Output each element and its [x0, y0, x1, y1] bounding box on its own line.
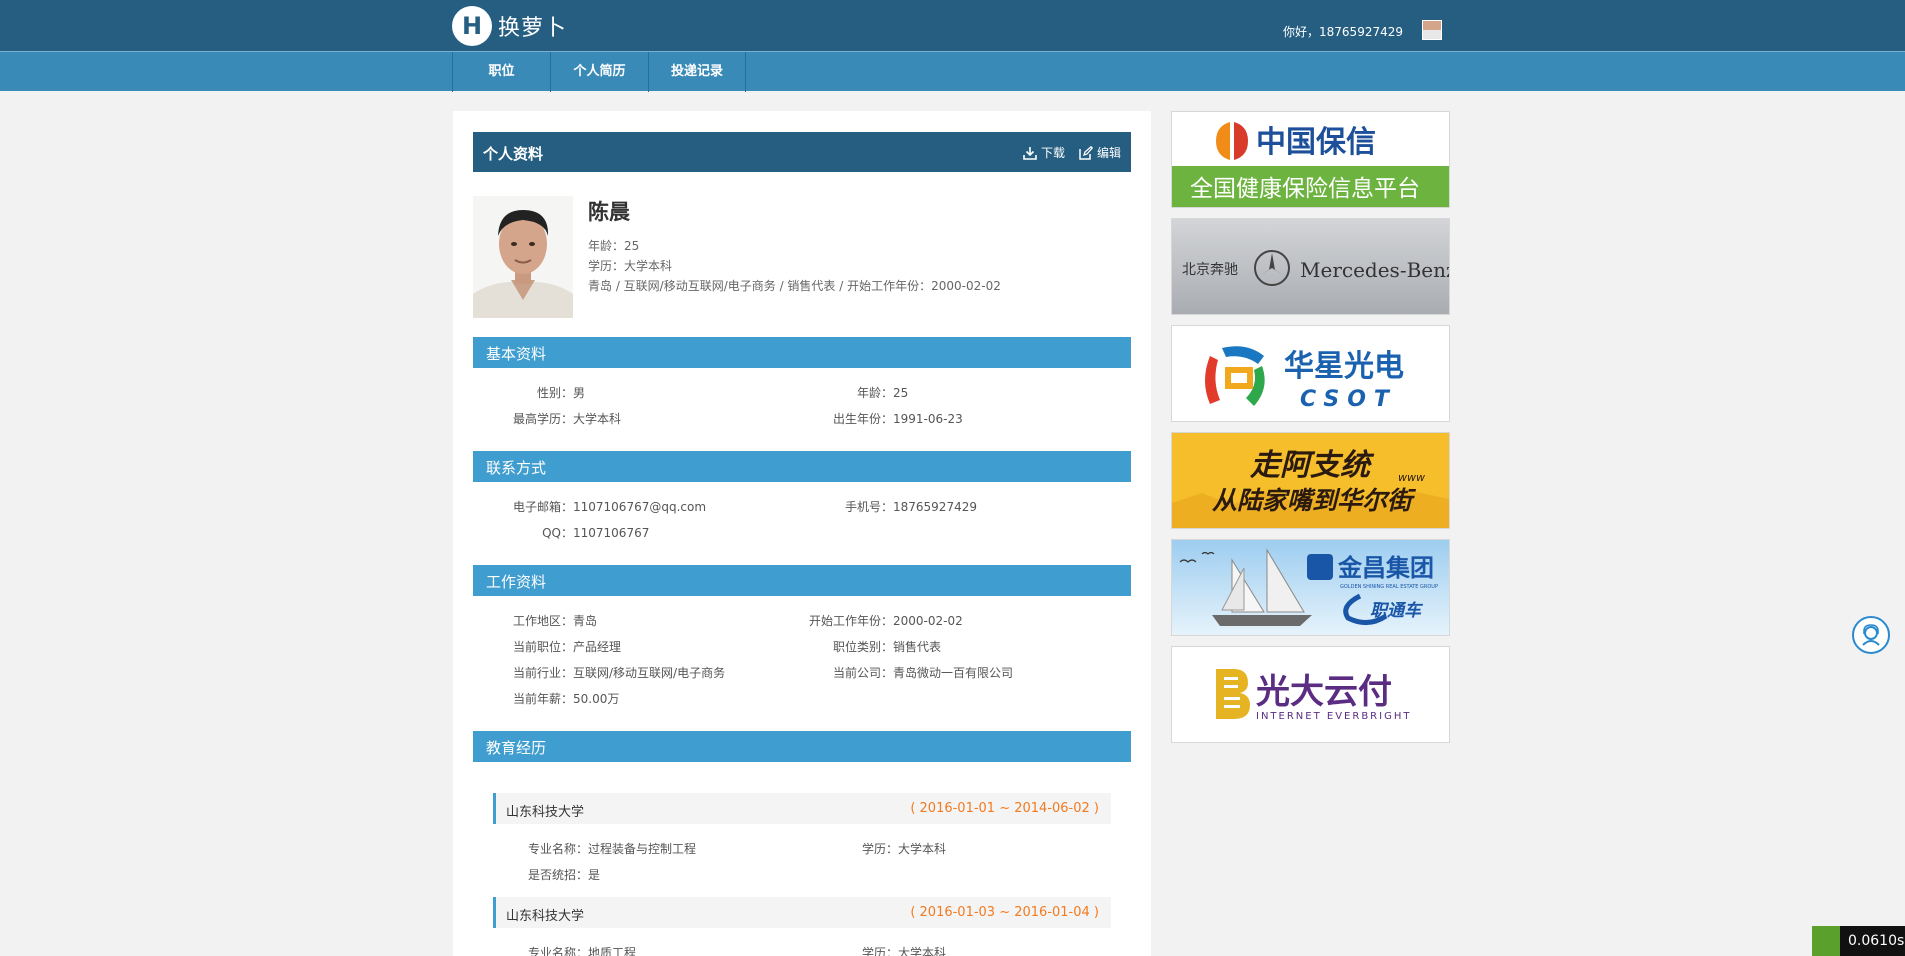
download-icon	[1023, 146, 1037, 160]
ad-banner-mercedes[interactable]: 北京奔驰 Mercedes-Benz	[1171, 218, 1450, 315]
section-title: 联系方式	[486, 459, 547, 477]
field-current-position: 当前职位：产品经理	[512, 640, 622, 654]
ad-banner-csot[interactable]: 华星光电 CSOT	[1171, 325, 1450, 422]
ad-title: 光大云付	[1256, 672, 1392, 712]
edu-school: 山东科技大学	[506, 909, 585, 924]
profile-actions: 下载 编辑	[1023, 144, 1121, 161]
field-age: 年龄：25	[856, 386, 909, 400]
education-item: 山东科技大学 ( 2016-01-03 ~ 2016-01-04 )	[493, 897, 1111, 928]
field-phone: 手机号：18765927429	[844, 500, 977, 514]
gs-logo-icon	[1307, 554, 1333, 580]
field-edu-degree: 学历：大学本科	[862, 842, 947, 856]
field-edu-major: 专业名称：地质工程	[528, 946, 637, 956]
load-timer: 0.0610s	[1812, 926, 1905, 956]
field-edu-unified: 是否统招：是	[528, 868, 601, 882]
field-edu-degree: 学历：大学本科	[862, 946, 947, 956]
field-highest-education: 最高学历：大学本科	[512, 412, 622, 426]
edit-button[interactable]: 编辑	[1079, 144, 1121, 161]
main-nav-bar: 职位 个人简历 投递记录	[0, 51, 1905, 92]
field-position-category: 职位类别：销售代表	[832, 640, 942, 654]
edit-icon	[1079, 145, 1093, 160]
summary-age: 年龄：25	[588, 239, 640, 253]
brand-name: 换萝卜	[498, 15, 568, 41]
field-gender: 性别：男	[536, 386, 586, 400]
profile-photo	[473, 196, 573, 318]
field-current-company: 当前公司：青岛微动一百有限公司	[832, 666, 1014, 680]
field-annual-salary: 当前年薪：50.00万	[512, 692, 620, 706]
section-title: 教育经历	[486, 739, 547, 757]
field-email: 电子邮箱：1107106767@qq.com	[512, 500, 707, 514]
nav-item-applications[interactable]: 投递记录	[648, 52, 746, 92]
summary-line: 青岛 / 互联网/移动互联网/电子商务 / 销售代表 / 开始工作年份：2000…	[588, 279, 1001, 293]
ad-subtitle: 全国健康保险信息平台	[1190, 176, 1420, 202]
top-header: H 换萝卜 你好，18765927429	[0, 0, 1905, 51]
profile-title: 个人资料	[483, 145, 544, 163]
field-birth-year: 出生年份：1991-06-23	[832, 412, 963, 426]
field-current-industry: 当前行业：互联网/移动互联网/电子商务	[512, 666, 726, 680]
ad-banner-golden-shining[interactable]: 金昌集团 GOLDEN SHINING REAL ESTATE GROUP 职通…	[1171, 539, 1450, 636]
field-edu-major: 专业名称：过程装备与控制工程	[528, 842, 697, 856]
ad-left-text: 北京奔驰	[1182, 262, 1238, 278]
edu-dates: ( 2016-01-01 ~ 2014-06-02 )	[910, 801, 1099, 816]
main-nav: 职位 个人简历 投递记录	[452, 52, 746, 92]
nav-item-jobs[interactable]: 职位	[452, 52, 550, 92]
section-education: 教育经历	[473, 731, 1131, 762]
education-item: 山东科技大学 ( 2016-01-01 ~ 2014-06-02 )	[493, 793, 1111, 824]
download-label: 下载	[1040, 146, 1065, 160]
ad-title: 走阿支统	[1249, 448, 1375, 483]
ad-subtitle: INTERNET EVERBRIGHT	[1256, 711, 1411, 722]
field-work-start-year: 开始工作年份：2000-02-02	[808, 614, 963, 628]
customer-service-icon[interactable]	[1852, 616, 1890, 654]
ad-subtitle: 从陆家嘴到华尔街	[1212, 486, 1417, 515]
user-greeting: 你好，18765927429	[1283, 25, 1403, 39]
ad-www: www	[1398, 471, 1425, 484]
logo-icon: H	[452, 5, 492, 46]
download-button[interactable]: 下载	[1023, 144, 1065, 161]
field-work-area: 工作地区：青岛	[512, 614, 598, 628]
edu-school: 山东科技大学	[506, 805, 585, 820]
ad-tag: 职通车	[1370, 601, 1424, 621]
site-logo[interactable]: H 换萝卜	[452, 5, 567, 46]
profile-header: 个人资料 下载 编辑	[473, 132, 1131, 172]
ad-right-text: Mercedes-Benz	[1300, 258, 1449, 282]
ad-banner-everbright[interactable]: 光大云付 INTERNET EVERBRIGHT	[1171, 646, 1450, 743]
ad-title: 华星光电	[1284, 349, 1404, 384]
section-title: 基本资料	[486, 345, 547, 363]
ad-title: 中国保信	[1256, 125, 1376, 160]
resume-panel: 个人资料 下载 编辑 陈晨 年龄：25 学历：大学本科 青岛 / 互联网/移动互…	[453, 111, 1151, 956]
leaf-icon	[1812, 926, 1840, 956]
ad-banner-china-insurance[interactable]: 中国保信 全国健康保险信息平台	[1171, 111, 1450, 208]
section-basic-info: 基本资料	[473, 337, 1131, 368]
edu-dates: ( 2016-01-03 ~ 2016-01-04 )	[910, 905, 1099, 920]
ad-subtitle: CSOT	[1300, 387, 1397, 412]
ad-banner-wallstreet[interactable]: 走阿支统 从陆家嘴到华尔街 www	[1171, 432, 1450, 529]
nav-item-resume[interactable]: 个人简历	[550, 52, 648, 92]
section-contact: 联系方式	[473, 451, 1131, 482]
section-title: 工作资料	[486, 573, 547, 591]
edit-label: 编辑	[1096, 146, 1121, 160]
candidate-name: 陈晨	[588, 200, 630, 224]
user-avatar[interactable]	[1422, 20, 1442, 40]
summary-education: 学历：大学本科	[588, 259, 673, 273]
ad-subtitle: GOLDEN SHINING REAL ESTATE GROUP	[1340, 584, 1438, 590]
field-qq: QQ：1107106767	[542, 526, 650, 540]
ad-title: 金昌集团	[1337, 554, 1434, 582]
timer-value: 0.0610s	[1848, 933, 1905, 949]
section-work-info: 工作资料	[473, 565, 1131, 596]
